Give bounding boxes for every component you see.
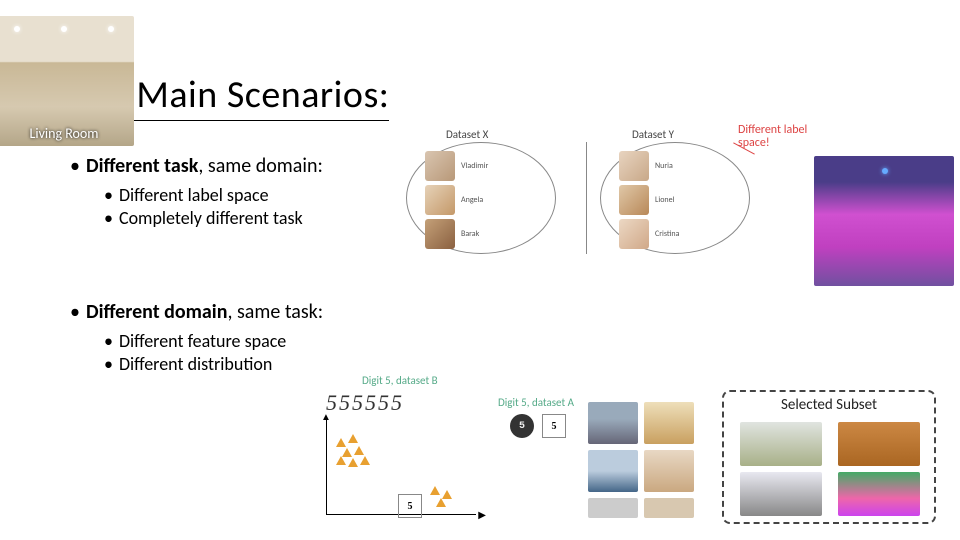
scenario-1-sub-2: •Completely different task <box>104 207 303 229</box>
scenario-2-rest: , same task: <box>227 300 323 324</box>
face-name: Nuria <box>655 161 673 171</box>
face-thumbnail <box>425 219 455 249</box>
living-room-caption: Living Room <box>0 125 134 142</box>
face-name: Cristina <box>655 229 679 239</box>
selected-subset-label: Selected Subset <box>724 396 934 414</box>
scenario-1-rest: , same domain: <box>198 154 322 178</box>
face-thumbnail <box>619 151 649 181</box>
ceiling-light-icon <box>882 168 888 174</box>
triangle-marker-icon <box>336 438 346 447</box>
triangle-marker-icon <box>436 498 446 507</box>
subset-thumbnail <box>740 472 822 516</box>
image-thumbnail <box>588 498 638 518</box>
digit-sample-a1: 5 <box>510 414 534 438</box>
image-thumbnail <box>644 498 694 518</box>
triangle-marker-icon <box>336 456 346 465</box>
dataset-x-label: Dataset X <box>446 128 488 141</box>
triangle-marker-icon <box>348 434 358 443</box>
digit-figure: Digit 5, dataset B 555555 Digit 5, datas… <box>310 374 590 534</box>
scenario-2-heading: •Different domain, same task: <box>70 300 323 324</box>
digit-sample-box: 5 <box>398 494 422 518</box>
selected-subset-box: Selected Subset <box>722 390 936 524</box>
subset-thumbnail <box>740 422 822 466</box>
subset-thumbnail <box>838 472 920 516</box>
living-room-image: Living Room <box>0 16 134 146</box>
face-name: Vladimir <box>461 161 488 171</box>
subset-thumbnail <box>838 422 920 466</box>
scenario-1-bold: Different task <box>86 154 198 178</box>
digit-samples: 555555 <box>326 390 404 416</box>
triangle-marker-icon <box>360 456 370 465</box>
image-thumbnail <box>644 450 694 492</box>
digit-sample-a2: 5 <box>542 414 566 438</box>
face-thumbnail <box>619 219 649 249</box>
image-thumbnail <box>644 402 694 444</box>
scenario-2-sub-1: •Different feature space <box>104 330 286 352</box>
face-thumbnail <box>619 185 649 215</box>
divider-line <box>586 142 587 254</box>
rendered-room-image <box>814 156 954 286</box>
dataset-x-ellipse: Vladimir Angela Barak <box>406 142 556 254</box>
triangle-marker-icon <box>348 458 358 467</box>
scenario-2-bold: Different domain <box>86 300 227 324</box>
triangle-marker-icon <box>430 486 440 495</box>
scenario-2-sub-2: •Different distribution <box>104 353 272 375</box>
face-thumbnail <box>425 185 455 215</box>
digit-a-label: Digit 5, dataset A <box>498 396 574 409</box>
image-thumbnail <box>588 450 638 492</box>
face-thumbnail <box>425 151 455 181</box>
different-label-space-callout: Different label space! <box>738 124 838 150</box>
image-thumbnail <box>588 402 638 444</box>
dataset-y-label: Dataset Y <box>632 128 674 141</box>
face-name: Barak <box>461 229 479 239</box>
subset-figure: Selected Subset <box>580 394 942 526</box>
face-name: Angela <box>461 195 483 205</box>
scenario-1-sub-1: •Different label space <box>104 184 269 206</box>
digit-b-label: Digit 5, dataset B <box>362 374 438 387</box>
scenario-1-heading: •Different task, same domain: <box>70 154 323 178</box>
face-name: Lionel <box>655 195 674 205</box>
datasets-figure: Dataset X Dataset Y Vladimir Angela Bara… <box>398 128 778 258</box>
triangle-marker-icon <box>354 446 364 455</box>
ceiling-lights-icon <box>0 26 134 32</box>
dataset-y-ellipse: Nuria Lionel Cristina <box>600 142 750 254</box>
